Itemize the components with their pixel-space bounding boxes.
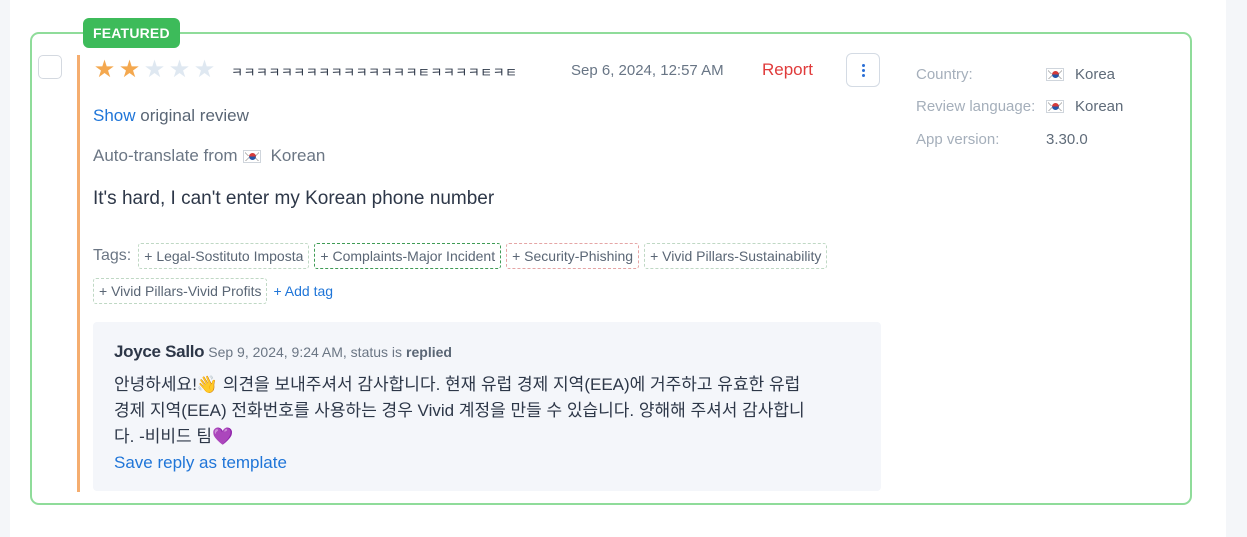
- auto-translate-language: Korean: [270, 146, 326, 165]
- review-date: Sep 6, 2024, 12:57 AM: [571, 62, 724, 79]
- page-left-gutter: [0, 0, 10, 537]
- more-vertical-icon: [861, 63, 865, 77]
- select-review-checkbox[interactable]: [38, 55, 62, 79]
- reply-box: Joyce Sallo Sep 9, 2024, 9:24 AM, status…: [93, 322, 881, 491]
- meta-version-value: 3.30.0: [1046, 131, 1088, 148]
- reply-status: replied: [406, 344, 452, 360]
- featured-badge: FEATURED: [83, 18, 180, 48]
- star-icon: ★: [143, 56, 166, 83]
- tag-complaints-major-incident[interactable]: + Complaints-Major Incident: [314, 243, 502, 269]
- tags-row: Tags: + Legal-Sostituto Imposta + Compla…: [93, 243, 828, 269]
- star-icon: ★: [168, 56, 191, 83]
- reply-text: 안녕하세요!👋 의견을 보내주셔서 감사합니다. 현재 유럽 경제 지역(EEA…: [114, 375, 805, 446]
- korea-flag-icon: [242, 149, 261, 163]
- save-reply-template-link[interactable]: Save reply as template: [114, 453, 287, 473]
- tags-row: + Vivid Pillars-Vivid Profits + Add tag: [93, 278, 333, 304]
- korea-flag-icon: [1046, 100, 1064, 113]
- page-right-gutter: [1226, 0, 1247, 537]
- meta-language-value-wrap: Korean: [1046, 98, 1123, 115]
- meta-country-value-wrap: Korea: [1046, 66, 1115, 83]
- tags-label: Tags:: [93, 247, 132, 264]
- add-tag-link[interactable]: + Add tag: [273, 283, 333, 299]
- report-button[interactable]: Report: [762, 60, 813, 80]
- reply-author: Joyce Sallo: [114, 342, 205, 361]
- tag-legal-sostituto-imposta[interactable]: + Legal-Sostituto Imposta: [138, 243, 310, 269]
- meta-country-label: Country:: [916, 66, 973, 83]
- more-actions-button[interactable]: [846, 53, 880, 87]
- auto-translate-label: Auto-translate from: [93, 146, 238, 165]
- auto-translate-info: Auto-translate from Korean: [93, 146, 325, 166]
- meta-country-value: Korea: [1075, 66, 1116, 83]
- tag-vivid-pillars-vivid-profits[interactable]: + Vivid Pillars-Vivid Profits: [93, 278, 268, 304]
- reply-meta: Sep 9, 2024, 9:24 AM, status is: [208, 344, 403, 360]
- star-icon: ★: [93, 56, 116, 83]
- tag-security-phishing[interactable]: + Security-Phishing: [506, 243, 640, 269]
- reply-header: Joyce Sallo Sep 9, 2024, 9:24 AM, status…: [114, 342, 452, 362]
- star-icon: ★: [118, 56, 141, 83]
- show-original-suffix: original review: [135, 106, 249, 125]
- tag-vivid-pillars-sustainability[interactable]: + Vivid Pillars-Sustainability: [644, 243, 828, 269]
- star-icon: ★: [193, 56, 216, 83]
- korea-flag-icon: [1046, 68, 1064, 81]
- show-original-link[interactable]: Show: [93, 106, 136, 125]
- star-rating: ★ ★ ★ ★ ★: [93, 58, 216, 82]
- meta-language-value: Korean: [1075, 98, 1124, 115]
- review-title: ㅋㅋㅋㅋㅋㅋㅋㅋㅋㅋㅋㅋㅋㅋㅋㅌㅋㅋㅋㅋㅌㅋㅌ: [231, 65, 518, 80]
- review-text: It's hard, I can't enter my Korean phone…: [93, 188, 495, 209]
- meta-language-label: Review language:: [916, 98, 1036, 115]
- meta-version-label: App version:: [916, 131, 1000, 148]
- show-original-review: Show original review: [93, 106, 249, 126]
- rating-accent-bar: [77, 55, 80, 492]
